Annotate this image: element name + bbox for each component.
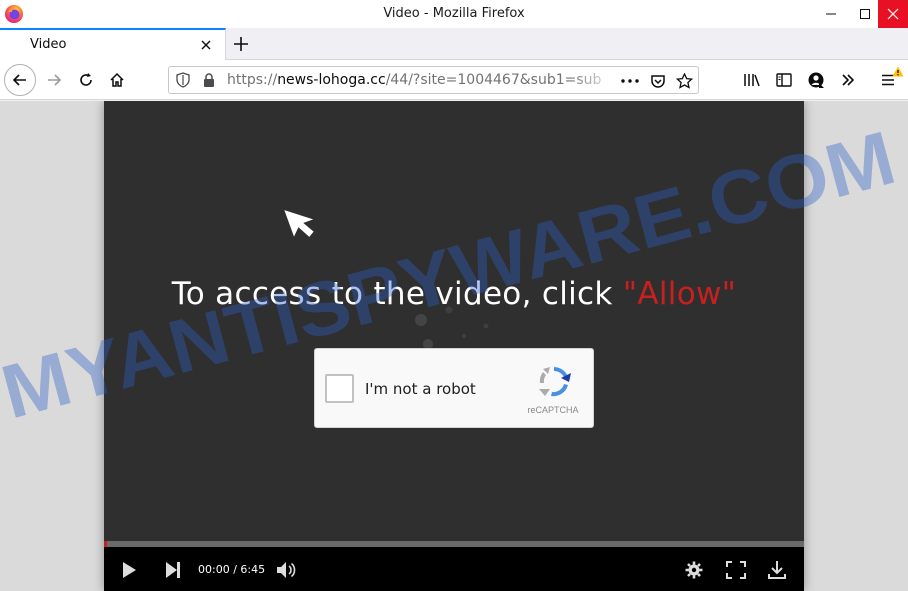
download-button[interactable] <box>766 559 788 581</box>
url-scheme: https:// <box>227 72 278 88</box>
tab-video[interactable]: Video <box>0 28 226 60</box>
close-icon <box>201 40 211 50</box>
prompt-allow-word: "Allow" <box>622 276 737 312</box>
prompt-text: To access to the video, click <box>171 276 623 312</box>
video-player[interactable]: To access to the video, click "Allow" I'… <box>104 101 804 591</box>
more-dots-icon <box>621 79 639 83</box>
cursor-arrow-icon <box>284 210 314 237</box>
fullscreen-icon <box>726 561 746 579</box>
plus-icon <box>234 37 248 51</box>
recaptcha-widget[interactable]: I'm not a robot reCAPTCHA <box>314 348 594 428</box>
window-titlebar: Video - Mozilla Firefox <box>0 0 908 28</box>
overflow-chevrons-icon <box>842 74 855 86</box>
time-display: 00:00 / 6:45 <box>198 563 266 576</box>
reload-button[interactable] <box>70 64 102 96</box>
forward-button[interactable] <box>38 64 70 96</box>
player-controls: 00:00 / 6:45 <box>104 547 804 591</box>
maximize-icon <box>860 9 870 19</box>
recaptcha-brand: reCAPTCHA <box>527 405 579 415</box>
download-icon <box>768 561 786 579</box>
url-text[interactable]: https://news-lohoga.cc/44/?site=1004467&… <box>227 72 612 88</box>
url-host: news-lohoga.cc <box>277 72 386 88</box>
volume-icon <box>277 562 296 578</box>
minimize-icon <box>826 13 836 15</box>
account-icon <box>808 72 824 88</box>
forward-arrow-icon <box>48 74 62 86</box>
next-button[interactable] <box>162 559 184 581</box>
lock-icon[interactable] <box>202 72 216 88</box>
close-icon <box>887 8 899 20</box>
volume-button[interactable] <box>276 559 298 581</box>
sidebar-icon <box>776 73 792 87</box>
star-icon <box>675 73 693 89</box>
tab-close-button[interactable] <box>198 37 214 53</box>
warning-icon <box>892 66 904 77</box>
tab-label: Video <box>30 37 67 52</box>
account-button[interactable] <box>804 68 828 92</box>
fullscreen-button[interactable] <box>725 559 747 581</box>
play-button[interactable] <box>118 559 140 581</box>
shield-icon[interactable] <box>175 72 191 88</box>
recaptcha-logo-icon <box>539 367 571 397</box>
recaptcha-checkbox[interactable] <box>325 374 354 403</box>
tab-strip: Video <box>0 28 908 60</box>
settings-button[interactable] <box>683 559 705 581</box>
back-button[interactable] <box>4 64 36 96</box>
page-content: To access to the video, click "Allow" I'… <box>0 101 908 591</box>
bookmark-star-button[interactable] <box>673 71 695 91</box>
reload-icon <box>80 73 92 86</box>
home-icon <box>110 72 124 87</box>
window-title: Video - Mozilla Firefox <box>383 6 525 21</box>
allow-prompt-text: To access to the video, click "Allow" <box>104 276 804 312</box>
close-window-button[interactable] <box>878 0 908 28</box>
home-button[interactable] <box>101 64 133 96</box>
navigation-toolbar: https://news-lohoga.cc/44/?site=1004467&… <box>0 60 908 100</box>
url-fade <box>569 67 619 93</box>
address-bar[interactable]: https://news-lohoga.cc/44/?site=1004467&… <box>168 66 699 94</box>
back-arrow-icon <box>12 74 26 86</box>
gear-icon <box>685 561 703 579</box>
overflow-button[interactable] <box>836 68 860 92</box>
skip-next-icon <box>166 562 180 578</box>
library-button[interactable] <box>740 68 764 92</box>
library-icon <box>744 74 760 87</box>
recaptcha-label: I'm not a robot <box>365 380 476 398</box>
minimize-button[interactable] <box>812 0 850 28</box>
page-actions-button[interactable] <box>619 71 641 91</box>
sidebar-button[interactable] <box>772 68 796 92</box>
pocket-button[interactable] <box>647 71 669 91</box>
new-tab-button[interactable] <box>230 33 252 55</box>
play-icon <box>123 562 136 578</box>
pocket-icon <box>651 74 665 88</box>
